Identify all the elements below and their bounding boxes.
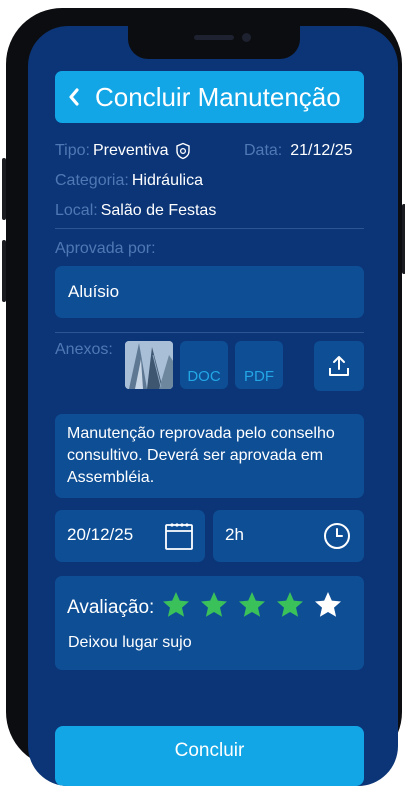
data-label: Data: <box>244 142 283 159</box>
attachment-image-thumbnail[interactable] <box>125 341 173 389</box>
chevron-left-icon <box>69 88 79 106</box>
tipo-label: Tipo: <box>55 142 90 159</box>
categoria-value: Hidráulica <box>131 172 203 189</box>
speaker <box>194 35 234 40</box>
divider <box>55 332 364 333</box>
evaluation-row: Avaliação: <box>67 590 351 625</box>
page-title: Concluir Manutenção <box>95 81 341 112</box>
divider <box>55 228 364 229</box>
concluir-label: Concluir <box>174 740 245 761</box>
duration-field[interactable]: 2h <box>213 510 364 562</box>
clock-icon <box>324 523 350 549</box>
star-filled-icon[interactable] <box>161 590 191 620</box>
star-filled-icon[interactable] <box>275 590 305 620</box>
local-label: Local: <box>55 202 98 219</box>
notch <box>128 26 300 59</box>
camera <box>242 33 251 42</box>
categoria-row: Categoria: Hidráulica <box>55 172 203 190</box>
shield-icon <box>175 142 190 160</box>
building-photo <box>125 341 173 389</box>
tipo-value: Preventiva <box>92 142 169 159</box>
evaluation-comment: Deixou lugar sujo <box>68 634 192 651</box>
volume-down-button <box>2 240 6 302</box>
attachment-doc[interactable]: DOC <box>180 341 228 389</box>
star-rating[interactable] <box>161 590 351 625</box>
star-filled-icon[interactable] <box>199 590 229 620</box>
note-text: Manutenção reprovada pelo conselho consu… <box>67 425 335 486</box>
evaluation-label: Avaliação: <box>67 596 155 618</box>
attachment-pdf[interactable]: PDF <box>235 341 283 389</box>
data-value: 21/12/25 <box>290 142 353 159</box>
app-screen: Concluir Manutenção Tipo: Preventiva Dat… <box>28 26 398 786</box>
local-row: Local: Salão de Festas <box>55 202 216 220</box>
approval-row: Aprovada por: <box>55 240 156 258</box>
header-bar: Concluir Manutenção <box>55 71 364 123</box>
local-value: Salão de Festas <box>100 202 217 219</box>
approver-field[interactable]: Aluísio <box>55 266 364 318</box>
phone-frame: Concluir Manutenção Tipo: Preventiva Dat… <box>2 8 405 786</box>
categoria-label: Categoria: <box>55 172 129 189</box>
approver-value: Aluísio <box>68 282 120 301</box>
attachments-label: Anexos: <box>55 341 113 358</box>
star-filled-icon[interactable] <box>237 590 267 620</box>
evaluation-card: Avaliação: Deixou lugar sujo <box>55 576 364 670</box>
back-button[interactable] <box>61 71 87 123</box>
pdf-label: PDF <box>244 368 274 385</box>
upload-icon <box>329 356 349 376</box>
duration-value: 2h <box>225 525 244 544</box>
doc-label: DOC <box>187 368 221 385</box>
volume-up-button <box>2 158 6 220</box>
calendar-icon <box>165 523 193 550</box>
data-row: Data: 21/12/25 <box>244 142 353 160</box>
star-empty-icon[interactable] <box>313 590 343 620</box>
approval-label: Aprovada por: <box>55 240 156 257</box>
concluir-button[interactable]: Concluir <box>55 726 364 786</box>
attachments-row: Anexos: <box>55 341 113 359</box>
date-field[interactable]: 20/12/25 <box>55 510 205 562</box>
note-box[interactable]: Manutenção reprovada pelo conselho consu… <box>55 414 364 498</box>
tipo-row: Tipo: Preventiva <box>55 142 191 160</box>
date-value: 20/12/25 <box>67 525 134 544</box>
upload-button[interactable] <box>314 341 364 391</box>
